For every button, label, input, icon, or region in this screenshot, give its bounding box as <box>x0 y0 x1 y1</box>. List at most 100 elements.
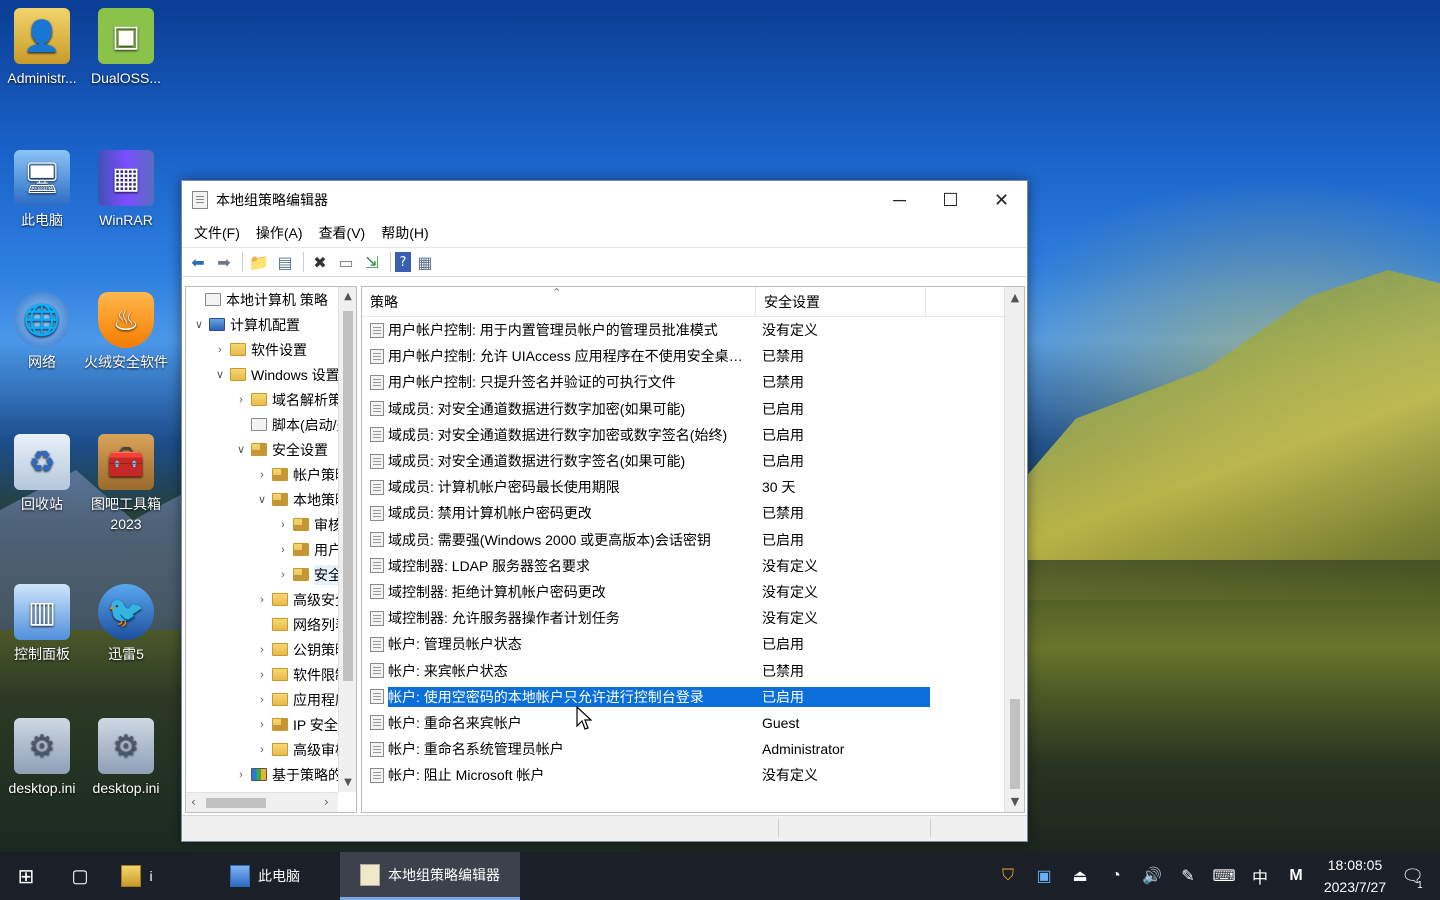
chevron-down-icon[interactable]: ∨ <box>192 318 206 331</box>
title-bar[interactable]: 本地组策略编辑器 ─ ☐ ✕ <box>182 181 1027 219</box>
notification-center-button[interactable]: 🗨 1 <box>1396 866 1440 891</box>
app-tray-icon[interactable]: ▣ <box>1026 866 1062 886</box>
taskbar-app-policy-editor[interactable]: 本地组策略编辑器 <box>340 852 520 900</box>
chevron-down-icon[interactable]: ∨ <box>213 368 227 381</box>
forward-arrow-icon[interactable]: ➡ <box>212 250 236 274</box>
properties-icon[interactable]: ▭ <box>334 250 358 274</box>
chevron-right-icon[interactable]: › <box>255 694 269 706</box>
menu-view[interactable]: 查看(V) <box>311 223 374 243</box>
tree-item-advanced-audit[interactable]: › 高级审核策略配置 <box>186 737 338 762</box>
chevron-right-icon[interactable]: › <box>255 669 269 681</box>
column-header-setting[interactable]: 安全设置 <box>756 287 926 317</box>
table-row[interactable]: 域成员: 对安全通道数据进行数字加密或数字签名(始终) 已启用 <box>362 422 1006 448</box>
table-row[interactable]: 帐户: 重命名来宾帐户 Guest <box>362 710 1006 736</box>
tree-item-local-policies[interactable]: ∨ 本地策略 <box>186 487 338 512</box>
chevron-right-icon[interactable]: › <box>276 544 290 556</box>
chevron-right-icon[interactable]: › <box>234 394 248 406</box>
tree-item-local-computer-policy[interactable]: 本地计算机 策略 <box>186 287 338 312</box>
desktop-icon-dualoss[interactable]: ▣ DualOSS... <box>84 8 168 88</box>
tree-item-security-settings[interactable]: ∨ 安全设置 <box>186 437 338 462</box>
ime-mode[interactable]: M <box>1278 867 1314 885</box>
chevron-right-icon[interactable]: › <box>255 744 269 756</box>
desktop-icon-huorong[interactable]: ♨ 火绒安全软件 <box>84 292 168 372</box>
minimize-button[interactable]: ─ <box>874 181 925 219</box>
tree-item-ip-security[interactable]: › IP 安全策略 <box>186 712 338 737</box>
desktop-icon-desktop-ini-2[interactable]: ⚙ desktop.ini <box>84 718 168 798</box>
menu-file[interactable]: 文件(F) <box>186 223 248 243</box>
tree-item-public-key[interactable]: › 公钥策略 <box>186 637 338 662</box>
show-action-pane-icon[interactable]: ▦ <box>413 250 437 274</box>
desktop-icon-network[interactable]: 🌐 网络 <box>0 292 84 372</box>
keyboard-icon[interactable]: ⌨ <box>1206 866 1242 886</box>
tree-item-app-control[interactable]: › 应用程序控制策略 <box>186 687 338 712</box>
scroll-down-icon[interactable]: ▼ <box>339 777 356 788</box>
desktop-icon-desktop-ini-1[interactable]: ⚙ desktop.ini <box>0 718 84 798</box>
scroll-thumb[interactable] <box>1010 699 1020 789</box>
desktop-icon-toolbox[interactable]: 🧰 图吧工具箱2023 <box>84 434 168 534</box>
list-vertical-scrollbar[interactable]: ▲ ▼ <box>1004 287 1024 812</box>
table-row[interactable]: 域成员: 对安全通道数据进行数字签名(如果可能) 已启用 <box>362 448 1006 474</box>
tree-item-qos[interactable]: › 基于策略的 QoS <box>186 762 338 787</box>
usb-device-icon[interactable]: ⏏ <box>1062 866 1098 886</box>
tree-vertical-scrollbar[interactable]: ▲ ▼ <box>338 287 356 792</box>
up-folder-icon[interactable]: 📁 <box>247 250 271 274</box>
chevron-down-icon[interactable]: ∨ <box>234 443 248 456</box>
table-row[interactable]: 域成员: 禁用计算机帐户密码更改 已禁用 <box>362 500 1006 526</box>
ime-language[interactable]: 中 <box>1242 864 1278 888</box>
table-row[interactable]: 帐户: 使用空密码的本地帐户只允许进行控制台登录 已启用 <box>362 684 1006 710</box>
table-row[interactable]: 域控制器: 允许服务器操作者计划任务 没有定义 <box>362 605 1006 631</box>
maximize-button[interactable]: ☐ <box>925 181 976 219</box>
desktop-icon-control-panel[interactable]: ▥ 控制面板 <box>0 584 84 664</box>
tree-item-scripts[interactable]: 脚本(启动/关机) <box>186 412 338 437</box>
taskbar-app-user-folder[interactable]: i <box>108 852 166 900</box>
scroll-left-icon[interactable]: ‹ <box>191 795 196 809</box>
menu-action[interactable]: 操作(A) <box>248 223 311 243</box>
chevron-right-icon[interactable]: › <box>276 519 290 531</box>
table-row[interactable]: 用户帐户控制: 允许 UIAccess 应用程序在不使用安全桌面... 已禁用 <box>362 343 1006 369</box>
huorong-shield-icon[interactable]: ⛉ <box>990 867 1026 885</box>
delete-icon[interactable]: ✖ <box>308 250 332 274</box>
menu-help[interactable]: 帮助(H) <box>373 223 436 243</box>
back-arrow-icon[interactable]: ⬅ <box>186 250 210 274</box>
scroll-up-icon[interactable]: ▲ <box>339 291 356 302</box>
chevron-right-icon[interactable]: › <box>276 569 290 581</box>
volume-icon[interactable]: 🔊 <box>1134 866 1170 886</box>
table-row[interactable]: 帐户: 来宾帐户状态 已禁用 <box>362 657 1006 683</box>
chevron-right-icon[interactable]: › <box>234 769 248 781</box>
tree-horizontal-scrollbar[interactable]: ‹ › <box>186 792 338 812</box>
tree-item-windows-settings[interactable]: ∨ Windows 设置 <box>186 362 338 387</box>
taskbar-app-this-pc[interactable]: 此电脑 <box>190 852 340 900</box>
chevron-right-icon[interactable]: › <box>213 344 227 356</box>
scroll-right-icon[interactable]: › <box>324 795 329 809</box>
tree-item-name-resolution-policy[interactable]: › 域名解析策略 <box>186 387 338 412</box>
tree-item-software-settings[interactable]: › 软件设置 <box>186 337 338 362</box>
desktop-icon-xunlei[interactable]: 🐦 迅雷5 <box>84 584 168 664</box>
table-row[interactable]: 域控制器: LDAP 服务器签名要求 没有定义 <box>362 553 1006 579</box>
scroll-down-icon[interactable]: ▼ <box>1005 795 1024 808</box>
tree-item-software-restriction[interactable]: › 软件限制策略 <box>186 662 338 687</box>
chevron-down-icon[interactable]: ∨ <box>255 493 269 506</box>
table-row[interactable]: 帐户: 重命名系统管理员帐户 Administrator <box>362 736 1006 762</box>
tree-item-audit-policy[interactable]: › 审核策略 <box>186 512 338 537</box>
tree-item-advanced-firewall[interactable]: › 高级安全 Windows <box>186 587 338 612</box>
chevron-right-icon[interactable]: › <box>255 469 269 481</box>
wifi-icon[interactable]: ◔ <box>1098 867 1134 885</box>
chevron-right-icon[interactable]: › <box>255 719 269 731</box>
desktop-icon-this-pc[interactable]: 🖥 此电脑 <box>0 150 84 230</box>
show-hide-tree-icon[interactable]: ▤ <box>273 250 297 274</box>
scroll-up-icon[interactable]: ▲ <box>1005 291 1024 304</box>
desktop-icon-recycle-bin[interactable]: ♻ 回收站 <box>0 434 84 514</box>
export-list-icon[interactable]: ⇲ <box>360 250 384 274</box>
clock[interactable]: 18:08:05 2023/7/27 <box>1314 854 1396 898</box>
tree-item-user-rights[interactable]: › 用户权限分配 <box>186 537 338 562</box>
table-row[interactable]: 帐户: 管理员帐户状态 已启用 <box>362 631 1006 657</box>
table-row[interactable]: 用户帐户控制: 只提升签名并验证的可执行文件 已禁用 <box>362 369 1006 395</box>
close-button[interactable]: ✕ <box>976 181 1027 219</box>
table-row[interactable]: 域成员: 对安全通道数据进行数字加密(如果可能) 已启用 <box>362 396 1006 422</box>
table-row[interactable]: 帐户: 阻止 Microsoft 帐户 没有定义 <box>362 762 1006 788</box>
desktop-icon-administrator[interactable]: 👤 Administr... <box>0 8 84 88</box>
help-icon[interactable]: ? <box>395 252 411 272</box>
pen-icon[interactable]: ✎ <box>1170 866 1206 886</box>
tree-item-network-list[interactable]: 网络列表管理器 <box>186 612 338 637</box>
chevron-right-icon[interactable]: › <box>255 594 269 606</box>
